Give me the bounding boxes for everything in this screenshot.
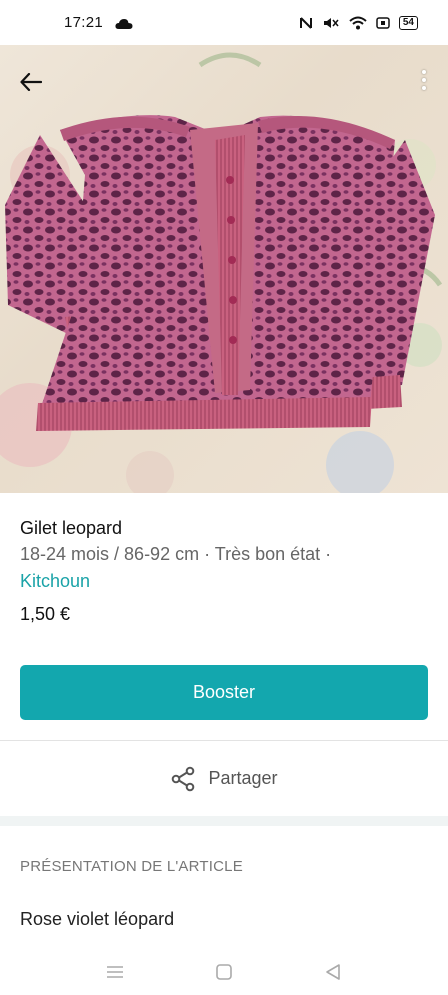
section-heading: PRÉSENTATION DE L'ARTICLE [20, 858, 243, 875]
item-price: 1,50 € [20, 604, 71, 624]
nav-menu-button[interactable] [95, 952, 135, 992]
screen-record-icon [376, 16, 390, 30]
share-button[interactable]: Partager [0, 741, 448, 816]
more-options-button[interactable] [414, 63, 434, 97]
more-dot [422, 78, 426, 82]
arrow-left-icon [20, 73, 42, 91]
share-label: Partager [208, 768, 278, 788]
status-bar: 17:21 54 [0, 0, 448, 45]
brand-link[interactable]: Kitchoun [20, 568, 430, 595]
home-square-icon [216, 963, 232, 980]
nav-back-button[interactable] [313, 952, 353, 992]
menu-icon [106, 965, 123, 978]
back-button[interactable] [14, 65, 48, 99]
item-details: Gilet leopard 18-24 mois / 86-92 cm · Tr… [20, 515, 430, 627]
cloud-icon [115, 17, 133, 29]
item-description: Rose violet léopard [20, 909, 175, 929]
booster-button[interactable]: Booster [20, 665, 428, 720]
mute-icon [322, 16, 340, 30]
system-nav-bar [0, 948, 448, 995]
battery-indicator: 54 [398, 15, 418, 30]
status-time: 17:21 [64, 14, 104, 31]
back-triangle-icon [326, 963, 341, 980]
section-separator [0, 816, 448, 826]
nav-home-button[interactable] [204, 952, 244, 992]
item-meta: 18-24 mois / 86-92 cm · Très bon état · [20, 544, 332, 564]
cardigan-photo-illustration [0, 52, 443, 493]
more-vertical-icon [422, 70, 426, 74]
wifi-icon [349, 16, 367, 30]
item-title: Gilet leopard [20, 518, 123, 538]
more-dot [422, 86, 426, 90]
product-photo[interactable] [0, 45, 448, 493]
nfc-icon [299, 16, 313, 30]
share-icon [172, 766, 195, 791]
